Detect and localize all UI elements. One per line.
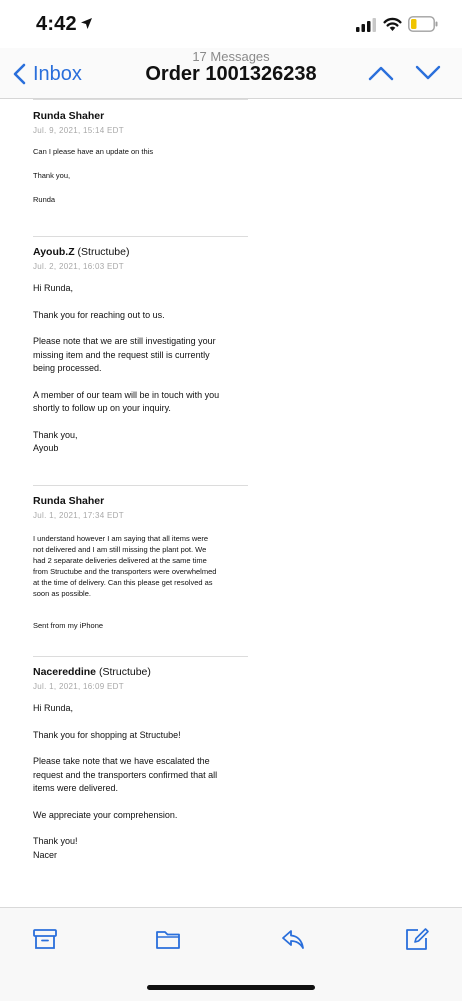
message-paragraph: Runda (33, 195, 56, 204)
sender-organization: (Structube) (98, 666, 151, 678)
message-paragraph: I understand however I am saying that al… (33, 534, 217, 598)
message-paragraph: Sent from my iPhone (33, 621, 104, 630)
message-paragraph: Thank you for shopping at Structube! (33, 729, 181, 740)
message-date: Jul. 2, 2021, 16:03 EDT (33, 262, 124, 271)
email-thread[interactable]: Runda Shaher Jul. 9, 2021, 15:14 EDT Can… (0, 99, 462, 907)
sender-organization: (Structube) (77, 246, 130, 258)
message-divider (33, 236, 248, 237)
home-indicator[interactable] (147, 985, 315, 990)
email-message[interactable]: Ayoub.Z (Structube) Jul. 2, 2021, 16:03 … (33, 246, 248, 456)
message-paragraph: Thank you, Ayoub (33, 429, 78, 454)
sender-name: Runda Shaher (33, 110, 105, 122)
cellular-signal-icon (356, 18, 376, 32)
navigation-bar: Inbox 17 Messages Order 1001326238 (0, 48, 462, 99)
email-message[interactable]: Runda Shaher Jul. 9, 2021, 15:14 EDT Can… (33, 110, 248, 205)
message-paragraph: Can I please have an update on this (33, 147, 154, 156)
message-body: Hi Runda, Thank you for reaching out to … (33, 282, 248, 456)
message-body: Can I please have an update on this Than… (33, 146, 248, 205)
message-paragraph: Please take note that we have escalated … (33, 756, 218, 793)
sender-name: Ayoub.Z (33, 246, 75, 258)
sender-name: Runda Shaher (33, 495, 105, 507)
message-body: I understand however I am saying that al… (33, 533, 248, 631)
message-date: Jul. 9, 2021, 15:14 EDT (33, 126, 124, 135)
message-paragraph: Thank you, (33, 171, 71, 180)
message-paragraph: Hi Runda, (33, 703, 74, 713)
location-arrow-icon (81, 18, 92, 29)
message-divider (33, 656, 248, 657)
email-message[interactable]: Nacereddine (Structube) Jul. 1, 2021, 16… (33, 666, 248, 862)
message-paragraph: Thank you for reaching out to us. (33, 309, 165, 320)
previous-message-button[interactable] (368, 64, 394, 82)
message-paragraph: Thank you! Nacer (33, 836, 78, 860)
wifi-icon (383, 17, 402, 31)
message-paragraph: Hi Runda, (33, 283, 74, 293)
compose-icon[interactable] (404, 926, 430, 952)
message-count: 17 Messages (192, 49, 270, 64)
email-message[interactable]: Runda Shaher Jul. 1, 2021, 17:34 EDT I u… (33, 495, 248, 631)
next-message-button[interactable] (415, 64, 441, 82)
sender-line: Runda Shaher (33, 495, 248, 508)
archive-icon[interactable] (32, 926, 58, 952)
sender-line: Runda Shaher (33, 110, 248, 123)
sender-line: Nacereddine (Structube) (33, 666, 248, 679)
message-body: Hi Runda, Thank you for shopping at Stru… (33, 702, 248, 862)
message-paragraph: We appreciate your comprehension. (33, 809, 178, 820)
message-paragraph: Please note that we are still investigat… (33, 336, 216, 373)
folder-icon[interactable] (155, 926, 181, 952)
message-date: Jul. 1, 2021, 16:09 EDT (33, 682, 124, 691)
message-paragraph: A member of our team will be in touch wi… (33, 389, 220, 414)
sender-line: Ayoub.Z (Structube) (33, 246, 248, 259)
status-bar: 4:42 (0, 0, 462, 50)
message-date: Jul. 1, 2021, 17:34 EDT (33, 511, 124, 520)
message-divider (33, 485, 248, 486)
reply-icon[interactable] (280, 926, 306, 952)
sender-name: Nacereddine (33, 666, 97, 678)
battery-icon (408, 16, 438, 32)
status-time: 4:42 (36, 13, 77, 35)
message-divider (33, 99, 248, 100)
